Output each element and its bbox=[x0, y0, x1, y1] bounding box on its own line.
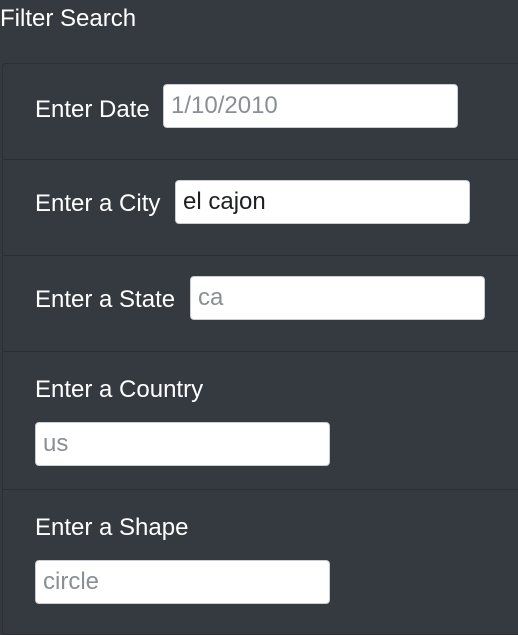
state-label: Enter a State bbox=[35, 286, 176, 313]
country-label: Enter a Country bbox=[35, 376, 204, 403]
date-label: Enter Date bbox=[35, 96, 150, 123]
state-input[interactable] bbox=[190, 276, 485, 320]
shape-input[interactable] bbox=[35, 560, 330, 604]
country-input[interactable] bbox=[35, 422, 330, 466]
date-input[interactable] bbox=[163, 84, 458, 128]
filter-row-shape: Enter a Shape bbox=[3, 490, 518, 630]
filter-row-date: Enter Date bbox=[3, 64, 518, 160]
filter-row-state: Enter a State bbox=[3, 256, 518, 352]
filter-row-country: Enter a Country bbox=[3, 352, 518, 490]
shape-label: Enter a Shape bbox=[35, 514, 189, 541]
city-input[interactable] bbox=[175, 180, 470, 224]
city-label: Enter a City bbox=[35, 190, 161, 217]
page-title: Filter Search bbox=[0, 5, 137, 32]
filter-row-city: Enter a City bbox=[3, 160, 518, 256]
filter-panel: Enter Date Enter a City Enter a State En… bbox=[2, 63, 518, 635]
